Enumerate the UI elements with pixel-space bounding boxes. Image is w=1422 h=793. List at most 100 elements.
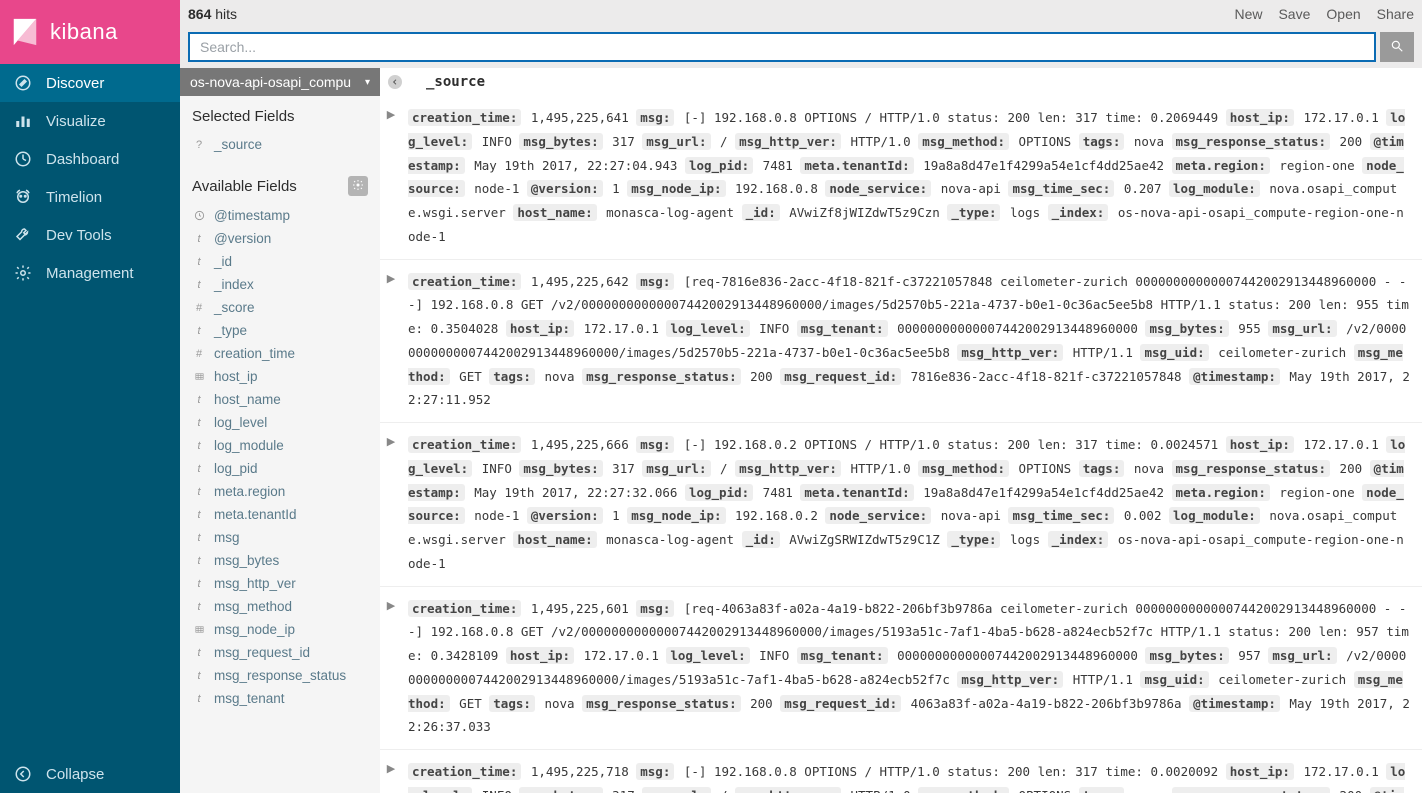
- field-type-icon: t: [192, 509, 206, 521]
- field-host-name[interactable]: t host_name: [180, 388, 380, 411]
- kibana-logo-icon: [10, 17, 40, 47]
- field--version[interactable]: t@version: [180, 227, 380, 250]
- docs-panel[interactable]: _source ▶creation_time: 1,495,225,641 ms…: [380, 68, 1422, 793]
- doc-body: creation_time: 1,495,225,666 msg: [-] 19…: [408, 433, 1410, 576]
- field-meta-region[interactable]: t meta.region: [180, 480, 380, 503]
- nav-item-label: Dashboard: [46, 151, 119, 168]
- doc-row: ▶ creation_time: 1,495,225,718 msg: [-] 1…: [380, 750, 1422, 793]
- doc-row: ▶creation_time: 1,495,225,666 msg: [-] 1…: [380, 423, 1422, 587]
- field-log-pid[interactable]: t log_pid: [180, 457, 380, 480]
- field-type-icon: t: [192, 555, 206, 567]
- field-msg-request-id[interactable]: tmsg_request_id: [180, 641, 380, 664]
- field--source[interactable]: ?_source: [180, 133, 380, 156]
- doc-body: creation_time: 1,495,225,718 msg: [-] 19…: [408, 760, 1410, 793]
- nav-collapse[interactable]: Collapse: [0, 755, 180, 793]
- field-name: meta.region: [214, 484, 285, 499]
- expand-doc-icon[interactable]: ▶: [384, 106, 398, 249]
- nav-item-devtools[interactable]: Dev Tools: [0, 216, 180, 254]
- field-type-icon: ?: [192, 139, 206, 151]
- collapse-label: Collapse: [46, 766, 104, 783]
- action-new[interactable]: New: [1234, 6, 1262, 22]
- expand-doc-icon[interactable]: ▶: [384, 270, 398, 413]
- field-type-icon: t: [192, 578, 206, 590]
- chevron-left-icon[interactable]: [388, 75, 402, 89]
- action-save[interactable]: Save: [1278, 6, 1310, 22]
- field-type-icon: t: [192, 440, 206, 452]
- topbar-actions: New Save Open Share: [1234, 6, 1414, 22]
- field--id[interactable]: t_id: [180, 250, 380, 273]
- field-msg-tenant[interactable]: t msg_tenant: [180, 687, 380, 710]
- visualize-icon: [14, 112, 32, 130]
- field-msg-method[interactable]: tmsg_method: [180, 595, 380, 618]
- field-name: _type: [214, 323, 247, 338]
- field-name: meta.tenantId: [214, 507, 297, 522]
- nav-item-management[interactable]: Management: [0, 254, 180, 292]
- expand-doc-icon[interactable]: ▶: [384, 597, 398, 740]
- doc-body: creation_time: 1,495,225,601 msg: [req-4…: [408, 597, 1410, 740]
- field-msg[interactable]: tmsg: [180, 526, 380, 549]
- field-name: _id: [214, 254, 232, 269]
- field-type-icon: t: [192, 463, 206, 475]
- field-msg-node-ip[interactable]: msg_node_ip: [180, 618, 380, 641]
- field-type-icon: [192, 210, 206, 221]
- field-name: msg_method: [214, 599, 292, 614]
- field-msg-http-ver[interactable]: t msg_http_ver: [180, 572, 380, 595]
- doc-body: creation_time: 1,495,225,641 msg: [-] 19…: [408, 106, 1410, 249]
- field-options-button[interactable]: [348, 176, 368, 196]
- management-icon: [14, 264, 32, 282]
- doc-row: ▶creation_time: 1,495,225,642 msg: [req-…: [380, 260, 1422, 424]
- field--timestamp[interactable]: @timestamp: [180, 204, 380, 227]
- field-host-ip[interactable]: host_ip: [180, 365, 380, 388]
- field-name: msg_bytes: [214, 553, 279, 568]
- field-msg-response-status[interactable]: tmsg_response_status: [180, 664, 380, 687]
- field--score[interactable]: #_score: [180, 296, 380, 319]
- field-name: host_name: [214, 392, 281, 407]
- action-open[interactable]: Open: [1326, 6, 1360, 22]
- nav-item-dashboard[interactable]: Dashboard: [0, 140, 180, 178]
- available-fields-header: Available Fields: [180, 164, 380, 202]
- nav-item-label: Dev Tools: [46, 227, 112, 244]
- field-type-icon: #: [192, 302, 206, 314]
- nav-item-label: Visualize: [46, 113, 106, 130]
- source-column-label: _source: [426, 74, 485, 90]
- field-meta-tenantId[interactable]: t meta.tenantId: [180, 503, 380, 526]
- chevron-down-icon: ▾: [365, 77, 370, 88]
- nav-item-label: Discover: [46, 75, 104, 92]
- selected-fields-header: Selected Fields: [180, 96, 380, 131]
- action-share[interactable]: Share: [1377, 6, 1414, 22]
- field-log-module[interactable]: t log_module: [180, 434, 380, 457]
- field-type-icon: t: [192, 532, 206, 544]
- nav-item-timelion[interactable]: Timelion: [0, 178, 180, 216]
- field-name: @timestamp: [214, 208, 290, 223]
- expand-doc-icon[interactable]: ▶: [384, 433, 398, 576]
- doc-row: ▶creation_time: 1,495,225,641 msg: [-] 1…: [380, 96, 1422, 260]
- field-type-icon: [192, 624, 206, 635]
- expand-doc-icon[interactable]: ▶: [384, 760, 398, 793]
- index-pattern-select[interactable]: os-nova-api-osapi_compu ▾: [180, 68, 380, 96]
- nav-item-visualize[interactable]: Visualize: [0, 102, 180, 140]
- field--index[interactable]: t_index: [180, 273, 380, 296]
- field-name: creation_time: [214, 346, 295, 361]
- field-name: msg_http_ver: [214, 576, 296, 591]
- field-name: log_pid: [214, 461, 258, 476]
- field-name: msg_tenant: [214, 691, 285, 706]
- field-type-icon: t: [192, 486, 206, 498]
- field-type-icon: #: [192, 348, 206, 360]
- search-button[interactable]: [1380, 32, 1414, 62]
- discover-icon: [14, 74, 32, 92]
- nav-item-discover[interactable]: Discover: [0, 64, 180, 102]
- brand-header[interactable]: kibana: [0, 0, 180, 64]
- collapse-icon: [14, 765, 32, 783]
- field-type-icon: t: [192, 417, 206, 429]
- field-type-icon: t: [192, 233, 206, 245]
- field-type-icon: t: [192, 693, 206, 705]
- topbar: 864 hits NewSaveOpenShare: [180, 0, 1422, 28]
- field-type-icon: t: [192, 394, 206, 406]
- field--type[interactable]: t_type: [180, 319, 380, 342]
- field-msg-bytes[interactable]: t msg_bytes: [180, 549, 380, 572]
- search-input[interactable]: [188, 32, 1376, 62]
- field-log-level[interactable]: tlog_level: [180, 411, 380, 434]
- field-name: log_module: [214, 438, 284, 453]
- field-creation-time[interactable]: # creation_time: [180, 342, 380, 365]
- field-type-icon: t: [192, 670, 206, 682]
